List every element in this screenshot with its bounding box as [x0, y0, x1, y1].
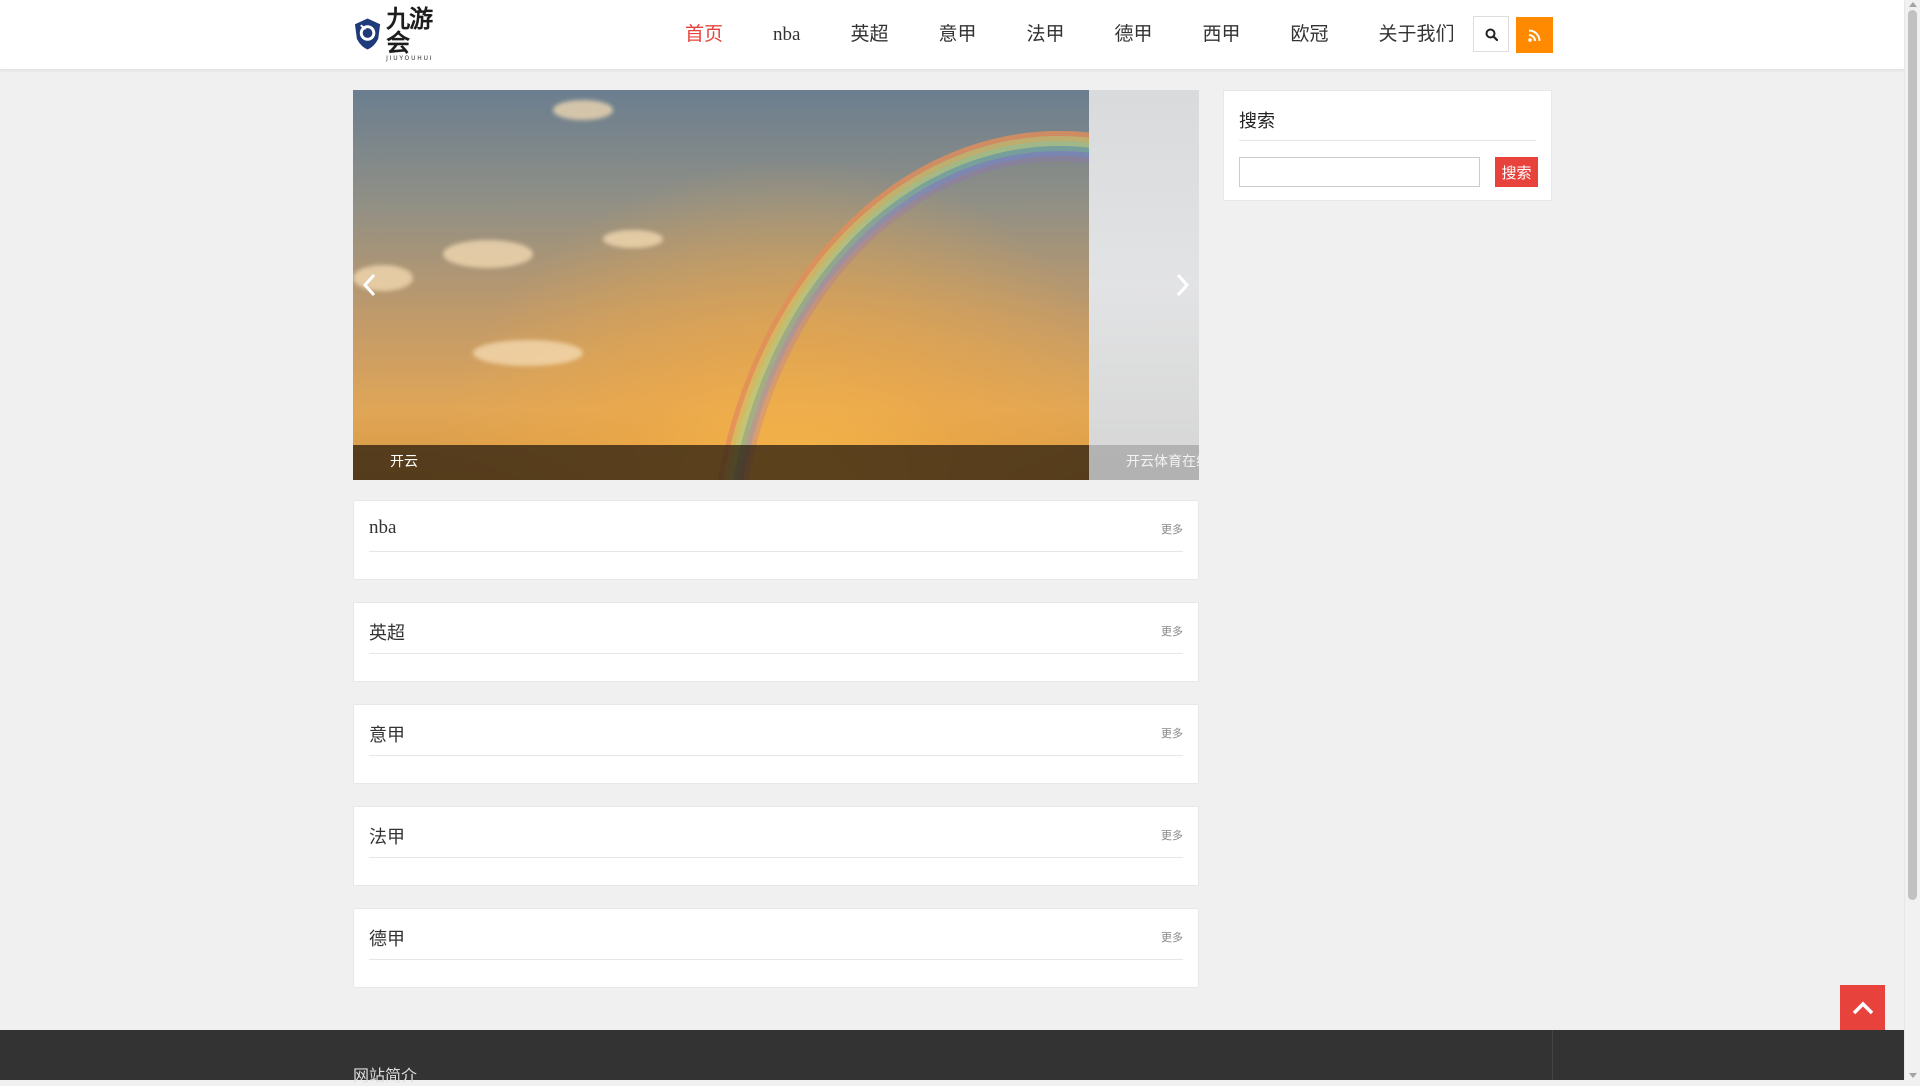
slider-next-button[interactable] [1173, 270, 1193, 300]
divider [369, 653, 1183, 654]
nav-item-la-liga[interactable]: 西甲 [1178, 0, 1266, 69]
divider [1239, 140, 1536, 141]
main-nav: 首页 nba 英超 意甲 法甲 德甲 西甲 欧冠 关于我们 [660, 0, 1480, 69]
section-panel-ligue-1: 法甲 更多 [353, 806, 1199, 886]
nav-item-nba[interactable]: nba [748, 0, 825, 69]
rss-button[interactable] [1516, 17, 1553, 53]
search-input[interactable] [1239, 157, 1480, 187]
header-search-button[interactable] [1473, 16, 1509, 52]
chevron-up-icon [1852, 1001, 1873, 1014]
scroll-down-arrow-icon[interactable] [1909, 1073, 1917, 1078]
site-logo[interactable]: 九游会 JIUYOUHUI [353, 6, 453, 61]
slide-caption[interactable]: 开云 [390, 451, 418, 471]
more-link[interactable]: 更多 [1161, 725, 1183, 741]
site-footer: 网站简介 [0, 1030, 1904, 1085]
slider-prev-button[interactable] [359, 270, 379, 300]
section-title[interactable]: 意甲 [369, 721, 405, 747]
section-panel-bundesliga: 德甲 更多 [353, 908, 1199, 988]
divider [369, 755, 1183, 756]
divider [1552, 1030, 1553, 1080]
scrollbar-thumb[interactable] [1908, 10, 1917, 900]
cloud-graphic [553, 100, 613, 120]
rss-icon [1528, 29, 1541, 42]
section-panel-serie-a: 意甲 更多 [353, 704, 1199, 784]
section-panel-premier-league: 英超 更多 [353, 602, 1199, 682]
scroll-up-arrow-icon[interactable] [1909, 2, 1917, 7]
nav-item-champions-league[interactable]: 欧冠 [1266, 0, 1354, 69]
section-panel-nba: nba 更多 [353, 500, 1199, 580]
cloud-graphic [603, 230, 663, 248]
logo-emblem-icon [354, 18, 381, 50]
logo-text: 九游会 [386, 3, 433, 57]
page-scrollbar[interactable] [1904, 0, 1920, 1080]
section-title[interactable]: 法甲 [369, 823, 405, 849]
cloud-graphic [473, 340, 583, 366]
back-to-top-button[interactable] [1840, 985, 1885, 1030]
nav-item-bundesliga[interactable]: 德甲 [1090, 0, 1178, 69]
image-slider[interactable]: 开云 开云体育在线 [353, 90, 1199, 480]
section-title[interactable]: nba [369, 517, 396, 539]
more-link[interactable]: 更多 [1161, 521, 1183, 537]
site-header: 九游会 JIUYOUHUI 首页 nba 英超 意甲 法甲 德甲 西甲 欧冠 关… [0, 0, 1904, 70]
search-icon [1485, 28, 1498, 41]
nav-item-home[interactable]: 首页 [660, 0, 748, 69]
more-link[interactable]: 更多 [1161, 623, 1183, 639]
nav-item-ligue-1[interactable]: 法甲 [1001, 0, 1089, 69]
search-widget: 搜索 搜索 [1223, 90, 1552, 201]
widget-title: 搜索 [1239, 111, 1275, 132]
chevron-right-icon [1176, 273, 1190, 297]
section-title[interactable]: 德甲 [369, 925, 405, 951]
divider [369, 551, 1183, 552]
footer-section-title: 网站简介 [353, 1066, 418, 1085]
slide-caption-bar [353, 445, 1089, 480]
more-link[interactable]: 更多 [1161, 827, 1183, 843]
chevron-left-icon [362, 273, 376, 297]
nav-item-about-us[interactable]: 关于我们 [1354, 0, 1480, 69]
divider [369, 857, 1183, 858]
cloud-graphic [443, 240, 533, 268]
logo-subtext: JIUYOUHUI [386, 54, 434, 62]
slide-caption[interactable]: 开云体育在线 [1126, 451, 1199, 471]
more-link[interactable]: 更多 [1161, 929, 1183, 945]
section-title[interactable]: 英超 [369, 619, 405, 645]
divider [369, 959, 1183, 960]
nav-item-premier-league[interactable]: 英超 [825, 0, 913, 69]
nav-item-serie-a[interactable]: 意甲 [913, 0, 1001, 69]
slide-image-rainbow[interactable] [353, 90, 1199, 480]
search-submit-button[interactable]: 搜索 [1495, 157, 1538, 187]
